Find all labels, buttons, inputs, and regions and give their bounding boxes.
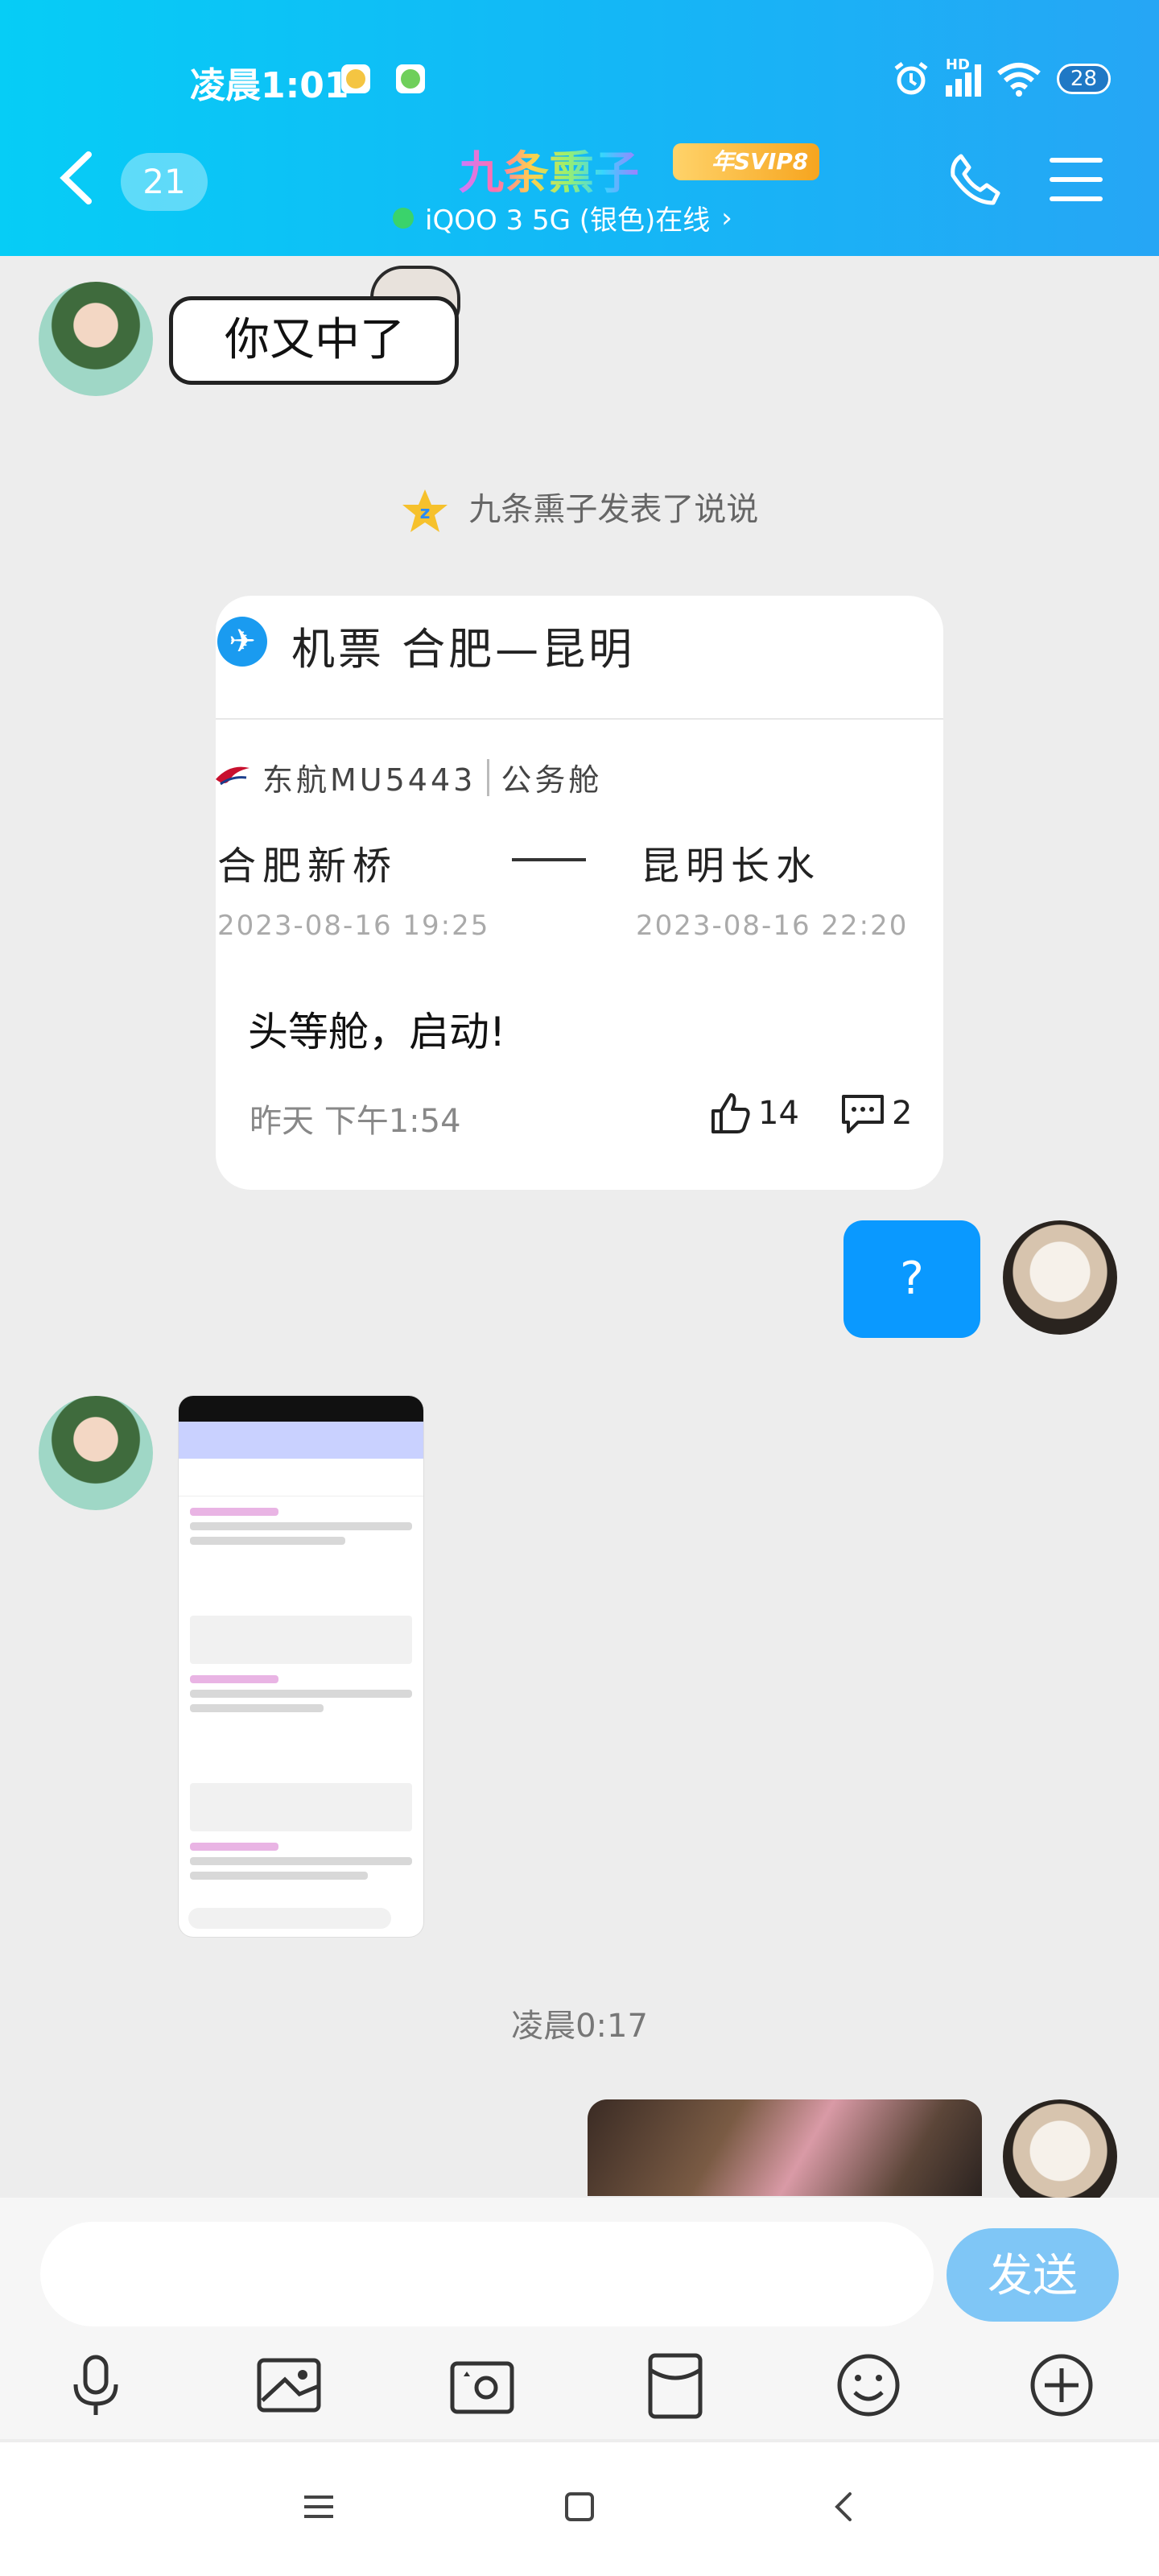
post-time: 昨天 下午1:54 [250, 1103, 461, 1140]
image-message[interactable] [588, 2099, 982, 2196]
back-button[interactable] [56, 150, 97, 215]
battery-indicator: 28 [1056, 64, 1111, 94]
signal-label: HD [945, 56, 970, 73]
ticket-title: 机票 合肥—昆明 [291, 624, 636, 675]
wifi-icon [997, 63, 1041, 97]
departure-time: 2023-08-16 19:25 [217, 910, 490, 942]
chat-title[interactable]: 九条熏子 [459, 137, 639, 202]
emoji-icon[interactable] [832, 2349, 905, 2421]
comment-icon [842, 1095, 884, 1133]
chevron-left-icon [60, 151, 92, 204]
chevron-right-icon: › [721, 201, 732, 234]
flight-number: 东航MU5443 [262, 762, 476, 798]
alarm-icon [894, 62, 928, 95]
timestamp: 凌晨0:17 [511, 2008, 648, 2045]
thumbs-up-icon [711, 1093, 750, 1133]
my-message-bubble[interactable]: ? [843, 1220, 980, 1338]
arrival-time: 2023-08-16 22:20 [636, 910, 909, 942]
screenshot-image-message[interactable] [179, 1396, 423, 1937]
china-eastern-logo-icon [216, 766, 250, 785]
arrow-icon [512, 858, 586, 861]
notification-icon [341, 64, 370, 93]
system-note-text: 九条熏子发表了说说 [468, 491, 759, 528]
voice-call-button[interactable] [947, 151, 1003, 211]
my-avatar[interactable] [1003, 2099, 1117, 2214]
like-count: 14 [758, 1095, 799, 1132]
device-status-text: iQOO 3 5G (银色)在线 [425, 204, 711, 237]
flight-info: 东航MU5443 公务舱 [214, 755, 602, 799]
signal-icon: HD [945, 56, 981, 97]
divider [216, 718, 943, 720]
device-status[interactable]: iQOO 3 5G (银色)在线 › [393, 198, 732, 237]
status-time: 凌晨1:01 [190, 65, 349, 106]
menu-button[interactable] [1050, 158, 1103, 216]
red-packet-icon[interactable] [639, 2349, 711, 2421]
hamburger-icon [1050, 158, 1103, 201]
friend-avatar[interactable] [39, 1396, 153, 1510]
back-nav-icon[interactable] [821, 2483, 869, 2531]
separator [487, 758, 490, 796]
plus-icon[interactable] [1025, 2349, 1098, 2421]
cabin-class: 公务舱 [501, 762, 603, 798]
comment-count: 2 [892, 1095, 913, 1132]
unread-count-badge[interactable]: 21 [121, 153, 208, 211]
online-indicator-icon [393, 207, 414, 229]
system-note: z 九条熏子发表了说说 [0, 483, 1159, 535]
friend-avatar[interactable] [39, 282, 153, 396]
camera-icon[interactable] [446, 2349, 518, 2421]
svg-text:z: z [419, 503, 430, 523]
svip-badge[interactable]: 年SVIP8 [673, 143, 820, 180]
arrival-city: 昆明长水 [641, 844, 822, 889]
sticker-message[interactable]: 你又中了 [169, 296, 459, 385]
message-input[interactable] [40, 2222, 934, 2326]
home-icon[interactable] [555, 2483, 604, 2531]
phone-icon [951, 154, 1000, 205]
airplane-icon: ✈ [217, 617, 267, 667]
notification-icon [396, 64, 425, 93]
comment-button[interactable]: 2 [840, 1092, 912, 1135]
post-text: 头等舱，启动! [248, 1009, 506, 1055]
qzone-star-icon: z [402, 489, 448, 532]
microphone-icon[interactable] [60, 2349, 132, 2421]
picture-icon[interactable] [253, 2349, 325, 2421]
status-icons: HD 28 [891, 56, 1111, 100]
recents-menu-icon[interactable] [295, 2483, 343, 2531]
my-avatar[interactable] [1003, 1220, 1117, 1335]
like-button[interactable]: 14 [708, 1092, 799, 1135]
send-button[interactable]: 发送 [947, 2228, 1119, 2322]
departure-city: 合肥新桥 [217, 844, 398, 889]
